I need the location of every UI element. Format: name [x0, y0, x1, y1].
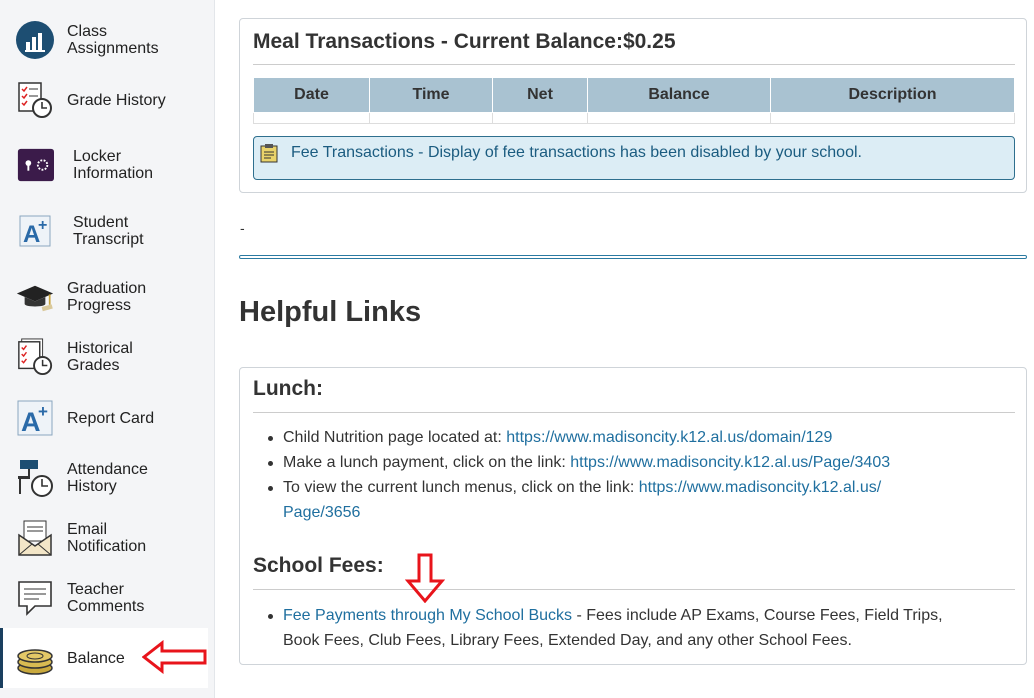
column-header-date[interactable]: Date — [253, 78, 370, 113]
attendance-icon — [16, 459, 54, 497]
sidebar-item-label: Report Card — [67, 409, 155, 427]
sidebar-item-label: Teacher Comments — [67, 581, 145, 615]
column-header-net[interactable]: Net — [492, 78, 588, 113]
report-card-icon: A + — [16, 399, 54, 437]
sidebar-item-attendance-history[interactable]: Attendance History — [0, 448, 208, 508]
list-item: Fee Payments through My School Bucks - F… — [268, 603, 983, 653]
list-item: Make a lunch payment, click on the link:… — [268, 450, 983, 475]
sidebar-item-report-card[interactable]: A + Report Card — [0, 388, 208, 448]
column-header-time[interactable]: Time — [369, 78, 493, 113]
sidebar-item-teacher-comments[interactable]: Teacher Comments — [0, 568, 208, 628]
sidebar-item-locker-information[interactable]: Locker Information — [0, 135, 208, 195]
class-assignments-icon — [16, 21, 54, 59]
locker-icon — [16, 146, 54, 184]
sidebar-item-student-transcript[interactable]: A + Student Transcript — [0, 201, 208, 261]
sidebar: Class Assignments Grade History Locker I… — [0, 0, 215, 698]
section-divider — [239, 255, 1027, 259]
separator-text: - — [240, 220, 245, 236]
lunch-payment-link[interactable]: https://www.madisoncity.k12.al.us/Page/3… — [570, 454, 890, 471]
school-fees-list: Fee Payments through My School Bucks - F… — [253, 603, 983, 653]
meal-transactions-title: Meal Transactions - Current Balance:$0.2… — [253, 30, 676, 53]
sidebar-item-label: Attendance History — [67, 461, 148, 495]
lunch-item-text: Child Nutrition page located at: — [283, 429, 507, 446]
fee-transactions-alert: Fee Transactions - Display of fee transa… — [253, 136, 1015, 180]
lunch-item-text: To view the current lunch menus, click o… — [283, 479, 639, 496]
school-fees-title: School Fees: — [253, 554, 384, 577]
svg-text:+: + — [38, 402, 48, 421]
sidebar-item-label: Locker Information — [73, 148, 154, 182]
lunch-item-text: Make a lunch payment, click on the link: — [283, 454, 571, 471]
lunch-title: Lunch: — [253, 377, 323, 400]
sidebar-item-historical-grades[interactable]: Historical Grades — [0, 327, 208, 387]
coins-icon — [16, 639, 54, 677]
column-header-balance[interactable]: Balance — [587, 78, 771, 113]
meal-transactions-card: Meal Transactions - Current Balance:$0.2… — [239, 18, 1027, 193]
sidebar-item-label: Grade History — [67, 91, 166, 109]
graduation-cap-icon — [16, 278, 54, 316]
table-row — [253, 112, 1015, 124]
child-nutrition-link[interactable]: https://www.madisoncity.k12.al.us/domain… — [506, 429, 832, 446]
clipboard-icon — [260, 143, 278, 163]
lunch-links-list: Child Nutrition page located at: https:/… — [253, 425, 983, 525]
annotation-arrow-left-icon — [142, 640, 207, 674]
historical-grades-icon — [16, 338, 54, 376]
sidebar-item-label: Email Notification — [67, 521, 147, 555]
svg-text:+: + — [38, 217, 47, 234]
helpful-links-heading: Helpful Links — [239, 296, 422, 328]
grade-history-icon — [16, 81, 54, 119]
list-item: To view the current lunch menus, click o… — [268, 475, 983, 525]
column-header-description[interactable]: Description — [770, 78, 1015, 113]
school-fees-divider — [253, 589, 1015, 590]
sidebar-item-class-assignments[interactable]: Class Assignments — [0, 10, 208, 70]
fee-payments-link[interactable]: Fee Payments through My School Bucks — [283, 607, 572, 624]
sidebar-item-label: Class Assignments — [67, 23, 159, 57]
sidebar-item-label: Student Transcript — [73, 214, 144, 248]
annotation-arrow-down-icon — [405, 553, 445, 603]
sidebar-item-graduation-progress[interactable]: Graduation Progress — [0, 267, 208, 327]
sidebar-item-email-notification[interactable]: Email Notification — [0, 508, 208, 568]
sidebar-item-label: Graduation Progress — [67, 280, 147, 314]
sidebar-item-label: Historical Grades — [67, 340, 133, 374]
lunch-divider — [253, 412, 1015, 413]
sidebar-item-label: Balance — [67, 649, 125, 667]
email-icon — [16, 519, 54, 557]
meal-transactions-table: Date Time Net Balance Description — [253, 78, 1015, 124]
helpful-links-card: Lunch: Child Nutrition page located at: … — [239, 367, 1027, 665]
sidebar-item-grade-history[interactable]: Grade History — [0, 70, 208, 130]
list-item: Child Nutrition page located at: https:/… — [268, 425, 983, 450]
comment-icon — [16, 579, 54, 617]
fee-transactions-message: Fee Transactions - Display of fee transa… — [291, 144, 862, 161]
title-divider — [253, 64, 1015, 65]
transcript-icon: A + — [16, 212, 54, 250]
